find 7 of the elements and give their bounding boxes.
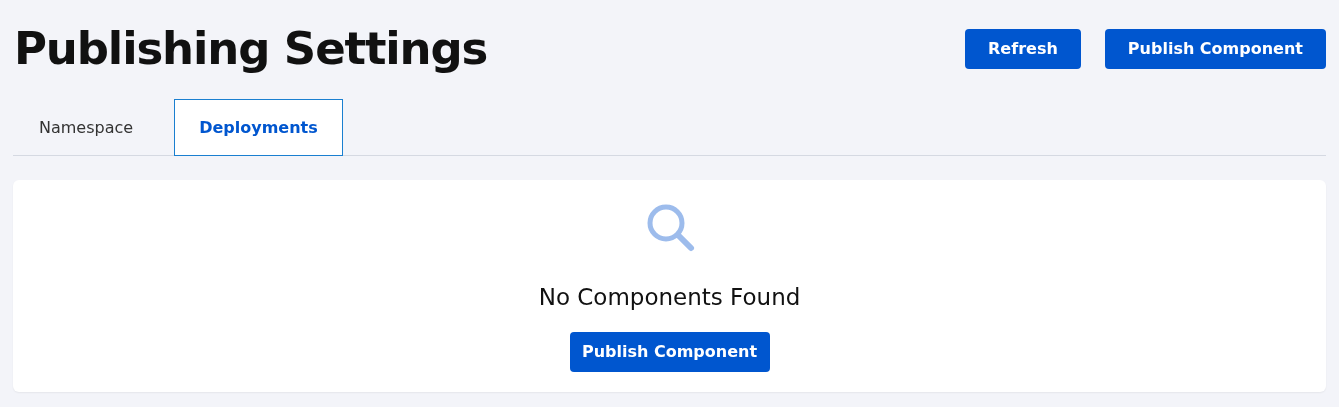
empty-message: No Components Found xyxy=(538,283,801,312)
tab[interactable]: Deployments xyxy=(174,99,343,156)
page-title: Publishing Settings xyxy=(14,21,488,77)
tab[interactable]: Namespace xyxy=(13,99,160,156)
publish-component-button[interactable]: Publish Component xyxy=(569,331,770,372)
header-button[interactable]: Publish Component xyxy=(1104,29,1326,69)
header-button[interactable]: Refresh xyxy=(965,29,1081,69)
